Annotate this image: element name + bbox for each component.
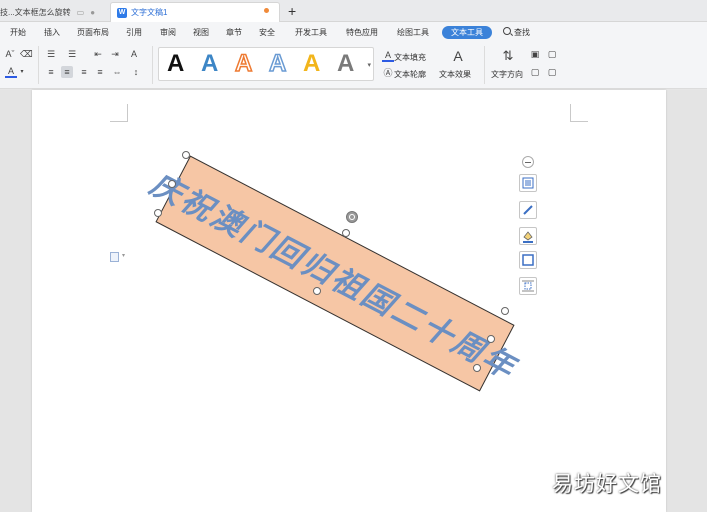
- tab-document-2[interactable]: W 文字文稿1: [110, 2, 280, 22]
- menu-view[interactable]: 视图: [193, 27, 209, 38]
- text-fill-label[interactable]: 文本填充: [394, 52, 426, 63]
- resize-handle[interactable]: [473, 364, 481, 372]
- fill-bucket-icon[interactable]: [519, 227, 537, 245]
- menu-page-layout[interactable]: 页面布局: [77, 27, 109, 38]
- watermark-text: 易坊好文馆: [552, 472, 662, 496]
- text-style-orange-outline[interactable]: A: [234, 49, 253, 78]
- align-center-icon[interactable]: ≡: [61, 66, 73, 78]
- tab-label: 文字文稿1: [131, 8, 168, 17]
- text-effect-label[interactable]: 文本效果: [439, 69, 471, 80]
- text-style-blue[interactable]: A: [201, 50, 218, 78]
- divider: [484, 46, 485, 84]
- pen-icon[interactable]: [519, 201, 537, 219]
- outline-icon[interactable]: [519, 251, 537, 269]
- numbered-list-icon[interactable]: ☰: [66, 48, 78, 60]
- tab-label: 技...文本框怎么旋转: [0, 7, 71, 17]
- menu-security[interactable]: 安全: [259, 27, 275, 38]
- divider: [152, 46, 153, 84]
- text-size-icon[interactable]: A: [128, 48, 140, 60]
- menu-chapter[interactable]: 章节: [226, 27, 242, 38]
- menu-references[interactable]: 引用: [126, 27, 142, 38]
- text-style-gray[interactable]: A: [337, 50, 354, 78]
- unlink-textbox-icon[interactable]: ▢: [546, 48, 558, 60]
- margin-marker: [570, 104, 588, 122]
- divider: [38, 46, 39, 84]
- increase-indent-icon[interactable]: ⇥: [109, 48, 121, 60]
- layout-options-icon[interactable]: [519, 174, 537, 192]
- text-wrap-icon[interactable]: [519, 277, 537, 295]
- menu-home[interactable]: 开始: [10, 27, 26, 38]
- bullet-list-icon[interactable]: ☰: [45, 48, 57, 60]
- menu-drawing-tools[interactable]: 绘图工具: [397, 27, 429, 38]
- menu-bar: 开始 插入 页面布局 引用 审阅 视图 章节 安全 开发工具 特色应用 绘图工具…: [0, 22, 707, 42]
- new-tab-button[interactable]: +: [288, 3, 296, 19]
- resize-handle[interactable]: [313, 287, 321, 295]
- text-fill-icon[interactable]: A: [382, 50, 394, 62]
- textbox-option-icon[interactable]: ▢: [529, 66, 541, 78]
- text-style-light-blue-outline[interactable]: A: [268, 49, 287, 78]
- text-outline-label[interactable]: 文本轮廓: [394, 69, 426, 80]
- menu-review[interactable]: 审阅: [160, 27, 176, 38]
- menu-search[interactable]: 查找: [514, 27, 530, 38]
- unsaved-dot-icon: [264, 8, 269, 13]
- link-textbox-icon[interactable]: ▣: [529, 48, 541, 60]
- gallery-more-icon[interactable]: ▾: [367, 61, 371, 69]
- text-style-yellow[interactable]: A: [303, 50, 320, 78]
- resize-handle[interactable]: [154, 209, 162, 217]
- menu-insert[interactable]: 插入: [44, 27, 60, 38]
- textbox-option-icon[interactable]: ▢: [546, 66, 558, 78]
- text-style-black[interactable]: A: [167, 50, 184, 78]
- eraser-icon[interactable]: ⌫: [20, 48, 33, 60]
- text-outline-icon[interactable]: Ⓐ: [382, 67, 394, 79]
- margin-marker: [110, 104, 128, 122]
- search-icon[interactable]: [503, 27, 511, 35]
- text-direction-icon[interactable]: ⇅: [500, 49, 516, 66]
- justify-icon[interactable]: ≡: [94, 66, 106, 78]
- text-direction-label[interactable]: 文字方向: [491, 69, 523, 80]
- collapse-toolbar-button[interactable]: [522, 156, 534, 168]
- rotate-handle[interactable]: [346, 211, 358, 223]
- dot-icon: ●: [90, 7, 96, 17]
- resize-handle[interactable]: [501, 307, 509, 315]
- font-size-icon[interactable]: Aˇ: [4, 48, 16, 60]
- menu-developer[interactable]: 开发工具: [295, 27, 327, 38]
- tab-document-1[interactable]: 技...文本框怎么旋转 ▭ ●: [0, 2, 108, 22]
- line-spacing-icon[interactable]: ↕: [130, 66, 142, 78]
- wps-writer-icon: W: [117, 7, 127, 18]
- align-right-icon[interactable]: ≡: [78, 66, 90, 78]
- chevron-down-icon[interactable]: ▾: [16, 66, 28, 78]
- text-style-gallery: A A A A A A ▾: [158, 47, 374, 81]
- align-left-icon[interactable]: ≡: [45, 66, 57, 78]
- resize-handle[interactable]: [182, 151, 190, 159]
- chevron-down-icon[interactable]: ▾: [122, 252, 125, 259]
- text-effect-icon[interactable]: A: [450, 49, 466, 66]
- monitor-icon: ▭: [76, 7, 85, 17]
- resize-handle[interactable]: [168, 180, 176, 188]
- paragraph-icon[interactable]: [110, 252, 119, 262]
- menu-features[interactable]: 特色应用: [346, 27, 378, 38]
- ribbon-toolbar: Aˇ ⌫ A ▾ ☰ ☰ ⇤ ⇥ A ≡ ≡ ≡ ≡ ⇔ ↕ A A A A A…: [0, 42, 707, 89]
- distribute-icon[interactable]: ⇔: [111, 66, 123, 78]
- resize-handle[interactable]: [342, 229, 350, 237]
- resize-handle[interactable]: [487, 335, 495, 343]
- decrease-indent-icon[interactable]: ⇤: [92, 48, 104, 60]
- menu-text-tools[interactable]: 文本工具: [442, 26, 492, 39]
- tab-bar: 技...文本框怎么旋转 ▭ ● W 文字文稿1 +: [0, 0, 707, 22]
